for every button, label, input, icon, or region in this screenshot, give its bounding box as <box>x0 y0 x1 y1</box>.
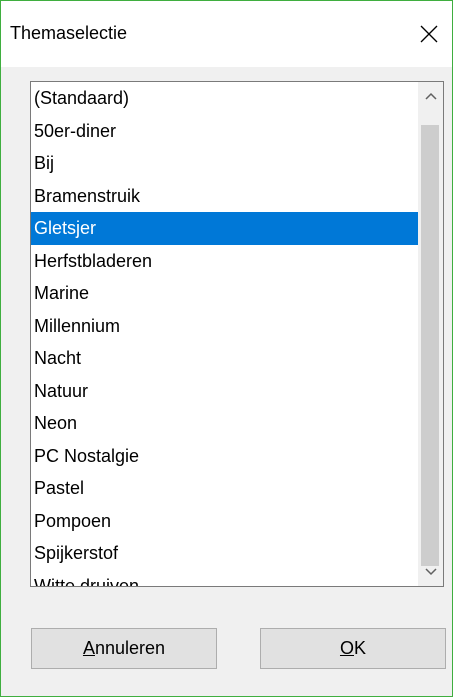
close-icon <box>420 25 438 43</box>
list-item[interactable]: Bij <box>31 147 418 180</box>
list-item[interactable]: Witte druiven <box>31 570 418 587</box>
scroll-thumb[interactable] <box>421 125 439 566</box>
list-item[interactable]: Millennium <box>31 310 418 343</box>
theme-selection-dialog: Themaselectie (Standaard) 50er-diner Bij Br… <box>0 0 453 697</box>
list-item[interactable]: PC Nostalgie <box>31 440 418 473</box>
dialog-title: Themaselectie <box>10 23 128 43</box>
list-item[interactable]: Neon <box>31 407 418 440</box>
list-item[interactable]: Herfstbladeren <box>31 245 418 278</box>
cancel-mnemonic: A <box>82 638 95 658</box>
chevron-up-icon <box>424 92 437 100</box>
ok-button[interactable]: OK <box>260 628 446 669</box>
vertical-scrollbar[interactable] <box>418 82 443 586</box>
scroll-up-button[interactable] <box>418 82 443 110</box>
close-button[interactable] <box>406 15 452 53</box>
list-item[interactable]: Natuur <box>31 375 418 408</box>
chevron-down-icon <box>424 568 437 576</box>
scroll-down-button[interactable] <box>418 558 443 586</box>
title-bar: Themaselectie <box>1 1 452 67</box>
list-item[interactable]: Bramenstruik <box>31 180 418 213</box>
list-item[interactable]: Spijkerstof <box>31 537 418 570</box>
theme-list[interactable]: (Standaard) 50er-diner Bij Bramenstruik Glet… <box>31 82 418 586</box>
cancel-label: nnuleren <box>94 638 166 658</box>
cancel-button[interactable]: Annuleren <box>31 628 217 669</box>
ok-mnemonic: O <box>339 638 354 658</box>
list-item[interactable]: 50er-diner <box>31 115 418 148</box>
list-item[interactable]: Nacht <box>31 342 418 375</box>
list-item[interactable]: Pastel <box>31 472 418 505</box>
list-item[interactable]: Marine <box>31 277 418 310</box>
theme-listbox[interactable]: (Standaard) 50er-diner Bij Bramenstruik Glet… <box>30 81 444 587</box>
list-item[interactable]: (Standaard) <box>31 82 418 115</box>
list-item[interactable]: Pompoen <box>31 505 418 538</box>
ok-label: K <box>354 638 367 658</box>
list-item[interactable]: Gletsjer <box>31 212 418 245</box>
